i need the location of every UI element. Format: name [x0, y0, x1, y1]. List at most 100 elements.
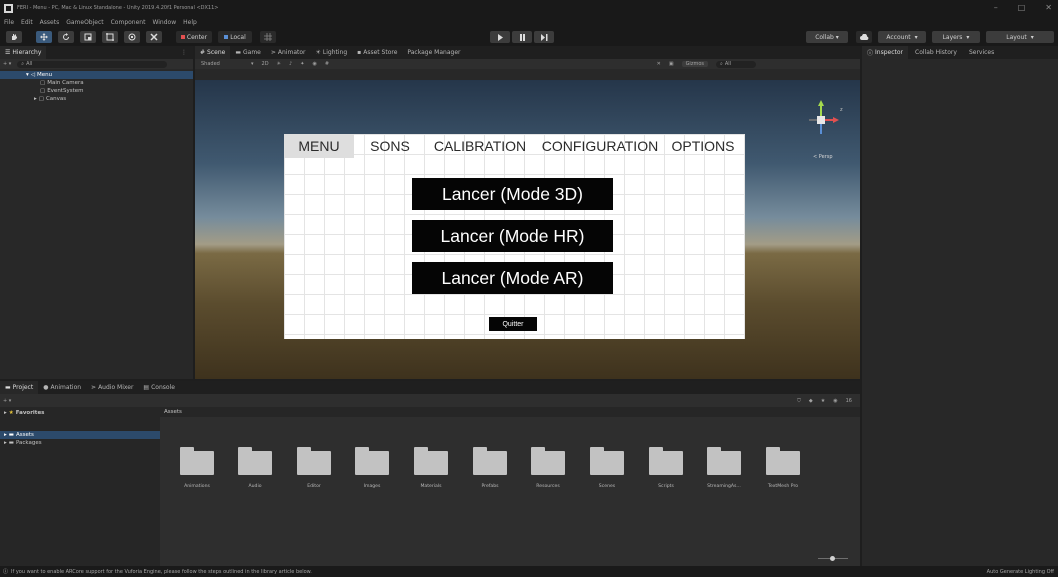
- create-dropdown[interactable]: + ▾: [3, 61, 11, 67]
- status-message[interactable]: If you want to enable ARCore support for…: [11, 569, 312, 575]
- svg-text:z: z: [840, 107, 843, 113]
- hidden-objects-icon[interactable]: ◉: [312, 61, 316, 67]
- tab-project[interactable]: ▬ Project: [0, 381, 39, 394]
- menu-window[interactable]: Window: [152, 19, 176, 26]
- menu-assets[interactable]: Assets: [40, 19, 60, 26]
- space-toggle[interactable]: Local: [218, 31, 252, 43]
- star-icon[interactable]: ★: [821, 398, 825, 404]
- tab-sons[interactable]: SONS: [362, 134, 418, 158]
- tab-game[interactable]: ▬ Game: [230, 46, 266, 59]
- animation-icon: ●: [43, 384, 49, 391]
- scale-tool-button[interactable]: [80, 31, 96, 43]
- cloud-button[interactable]: [856, 31, 872, 43]
- rect-tool-button[interactable]: [102, 31, 118, 43]
- step-button[interactable]: [534, 31, 554, 43]
- effects-toggle-icon[interactable]: ✦: [300, 61, 304, 67]
- transform-tool-button[interactable]: [124, 31, 140, 43]
- collab-dropdown[interactable]: Collab ▾: [806, 31, 848, 43]
- zoom-slider-handle[interactable]: [830, 556, 835, 561]
- menu-canvas-panel[interactable]: MENU SONS CALIBRATION CONFIGURATION OPTI…: [284, 134, 745, 339]
- pause-button[interactable]: [512, 31, 532, 43]
- folder-materials[interactable]: Materials: [407, 447, 455, 489]
- tab-configuration[interactable]: CONFIGURATION: [538, 134, 662, 158]
- scene-search-input[interactable]: ⌕ All: [716, 60, 756, 68]
- shading-mode-dropdown[interactable]: Shaded: [201, 61, 243, 67]
- tools-settings-icon[interactable]: ✕: [657, 61, 661, 67]
- folder-editor[interactable]: Editor: [290, 447, 338, 489]
- lighting-status[interactable]: Auto Generate Lighting Off: [987, 569, 1058, 575]
- tab-calibration[interactable]: CALIBRATION: [428, 134, 532, 158]
- tab-label: Console: [151, 384, 175, 391]
- tab-hierarchy[interactable]: ☰ Hierarchy: [0, 46, 47, 59]
- audio-toggle-icon[interactable]: ♪: [289, 61, 292, 67]
- play-button[interactable]: [490, 31, 510, 43]
- tab-scene[interactable]: # Scene: [195, 46, 231, 59]
- minimize-button[interactable]: –: [994, 3, 998, 12]
- zoom-slider[interactable]: [818, 556, 848, 561]
- label-icon[interactable]: ◆: [809, 398, 813, 404]
- menu-component[interactable]: Component: [111, 19, 146, 26]
- folder-images[interactable]: Images: [348, 447, 396, 489]
- breadcrumb-assets[interactable]: Assets: [164, 409, 182, 415]
- tab-lighting[interactable]: ☀ Lighting: [311, 46, 353, 59]
- hand-tool-button[interactable]: [6, 31, 22, 43]
- tree-item-packages[interactable]: ▸ ▬ Packages: [0, 439, 160, 447]
- folder-resources[interactable]: Resources: [524, 447, 572, 489]
- 2d-toggle[interactable]: 2D: [262, 61, 269, 67]
- maximize-button[interactable]: □: [1018, 3, 1026, 12]
- camera-settings-icon[interactable]: ▣: [669, 61, 674, 67]
- menu-gameobject[interactable]: GameObject: [66, 19, 103, 26]
- tree-item-assets[interactable]: ▸ ▬ Assets: [0, 431, 160, 439]
- hierarchy-item-canvas[interactable]: ▸ ▢ Canvas: [0, 95, 193, 103]
- folder-animations[interactable]: Animations: [173, 447, 221, 489]
- tab-audio-mixer[interactable]: ⋗ Audio Mixer: [86, 381, 138, 394]
- gizmos-dropdown[interactable]: Gizmos: [681, 61, 708, 67]
- grid-toggle-icon[interactable]: #: [325, 61, 329, 67]
- folder-prefabs[interactable]: Prefabs: [466, 447, 514, 489]
- panel-menu-icon[interactable]: ⋮: [181, 46, 193, 59]
- folder-scripts[interactable]: Scripts: [642, 447, 690, 489]
- tab-package-manager[interactable]: Package Manager: [402, 46, 465, 59]
- tab-menu[interactable]: MENU: [284, 134, 354, 158]
- folder-streaming-assets[interactable]: StreamingAs...: [700, 447, 748, 489]
- folder-textmesh-pro[interactable]: TextMesh Pro: [759, 447, 807, 489]
- folder-audio[interactable]: Audio: [231, 447, 279, 489]
- persp-label[interactable]: < Persp: [813, 154, 833, 160]
- hidden-packages-icon[interactable]: ◉: [833, 398, 837, 404]
- hand-icon: [12, 34, 17, 40]
- pivot-toggle[interactable]: Center: [176, 31, 212, 43]
- tab-services[interactable]: Services: [964, 46, 999, 59]
- rotate-tool-button[interactable]: [58, 31, 74, 43]
- tab-inspector[interactable]: ⓘ Inspector: [862, 46, 909, 59]
- tab-console[interactable]: ▤ Console: [138, 381, 180, 394]
- folder-scenes[interactable]: Scenes: [583, 447, 631, 489]
- hierarchy-item-event-system[interactable]: ▢ EventSystem: [0, 87, 193, 95]
- scene-orientation-gizmo-icon[interactable]: z: [797, 98, 847, 142]
- hierarchy-search-input[interactable]: ⌕ All: [17, 60, 168, 68]
- filter-icon[interactable]: ⛉: [797, 398, 801, 404]
- layout-dropdown[interactable]: Layout ▾: [986, 31, 1054, 43]
- create-dropdown[interactable]: + ▾: [3, 398, 11, 404]
- menu-edit[interactable]: Edit: [21, 19, 33, 26]
- layers-dropdown[interactable]: Layers ▾: [932, 31, 980, 43]
- menu-file[interactable]: File: [4, 19, 14, 26]
- tab-options[interactable]: OPTIONS: [668, 134, 738, 158]
- tab-collab-history[interactable]: Collab History: [910, 46, 962, 59]
- launch-ar-button[interactable]: Lancer (Mode AR): [412, 262, 613, 294]
- launch-hr-button[interactable]: Lancer (Mode HR): [412, 220, 613, 252]
- quit-button[interactable]: Quitter: [489, 317, 537, 331]
- close-button[interactable]: ✕: [1045, 3, 1052, 12]
- tab-asset-store[interactable]: ▪ Asset Store: [352, 46, 402, 59]
- lighting-toggle-icon[interactable]: ☀: [277, 61, 281, 67]
- custom-tool-button[interactable]: [146, 31, 162, 43]
- hierarchy-item-menu-scene[interactable]: ▾ ◁ Menu: [0, 71, 193, 79]
- snap-button[interactable]: [260, 31, 276, 43]
- tab-animation[interactable]: ● Animation: [38, 381, 86, 394]
- tab-animator[interactable]: ⋗ Animator: [266, 46, 311, 59]
- tree-item-favorites[interactable]: ▸ ★ Favorites: [0, 409, 160, 417]
- account-dropdown[interactable]: Account ▾: [878, 31, 926, 43]
- launch-3d-button[interactable]: Lancer (Mode 3D): [412, 178, 613, 210]
- move-tool-button[interactable]: [36, 31, 52, 43]
- menu-help[interactable]: Help: [183, 19, 197, 26]
- hierarchy-item-main-camera[interactable]: ▢ Main Camera: [0, 79, 193, 87]
